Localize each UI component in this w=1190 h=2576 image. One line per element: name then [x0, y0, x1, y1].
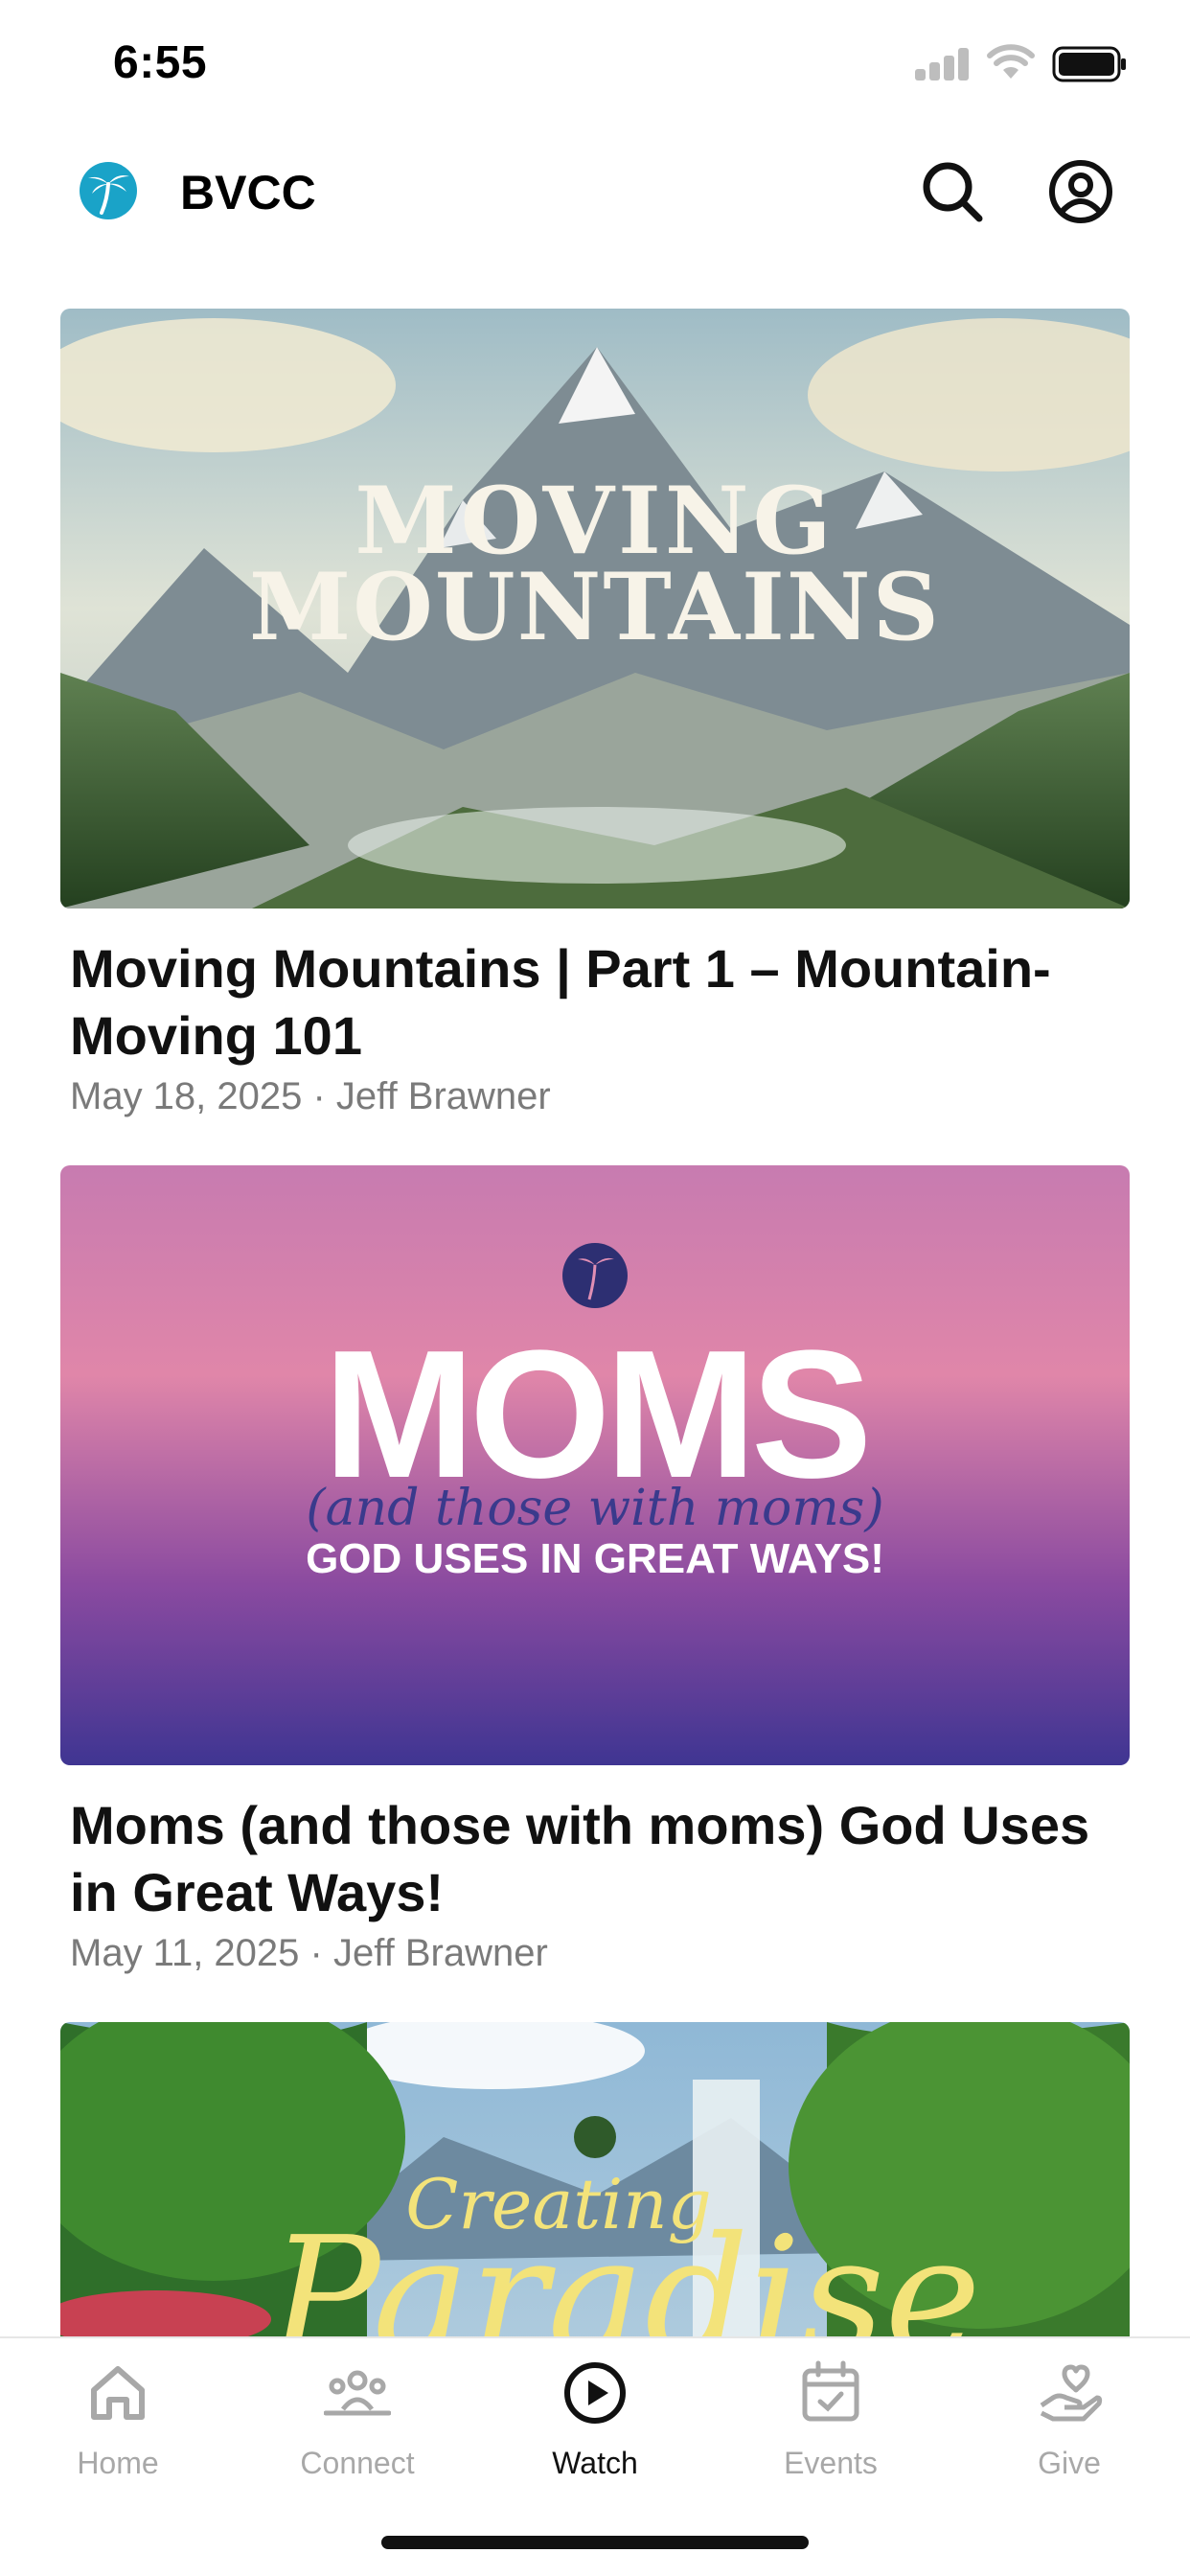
battery-icon	[1052, 46, 1126, 82]
artwork-subtitle: GOD USES IN GREAT WAYS!	[306, 1535, 884, 1582]
sermon-card[interactable]: Creating Paradise	[60, 2022, 1130, 2336]
paradise-artwork: CreatingParadise	[60, 2022, 1130, 2336]
app-header: BVCC	[0, 144, 1190, 240]
tab-label: Connect	[300, 2446, 415, 2480]
sermon-thumbnail[interactable]: Creating Paradise	[60, 2022, 1130, 2336]
home-icon	[91, 2366, 145, 2420]
artwork-title: Paradise	[267, 2202, 981, 2336]
give-hand-heart-icon	[1040, 2364, 1103, 2422]
tab-events[interactable]: Events	[735, 2359, 927, 2513]
people-icon	[324, 2370, 391, 2416]
tab-watch[interactable]: Watch	[499, 2359, 691, 2513]
sermon-title[interactable]: Moving Mountains | Part 1 – Mountain-Mov…	[70, 935, 1120, 1070]
app-title: BVCC	[180, 166, 316, 219]
tab-give[interactable]: Give	[973, 2359, 1165, 2513]
play-circle-icon	[564, 2362, 626, 2424]
tab-label: Events	[784, 2446, 878, 2480]
tab-home[interactable]: Home	[22, 2359, 214, 2513]
tab-connect[interactable]: Connect	[262, 2359, 453, 2513]
account-icon[interactable]	[1046, 157, 1115, 226]
sermon-title[interactable]: Moms (and those with moms) God Uses in G…	[70, 1792, 1120, 1926]
home-indicator[interactable]	[381, 2536, 809, 2549]
sermon-card[interactable]: MOVING MOUNTAINS Moving Mountains | Part …	[60, 309, 1130, 1118]
tab-label: Watch	[552, 2446, 638, 2480]
palm-tree-logo-icon[interactable]	[79, 161, 138, 220]
status-bar: 6:55	[0, 0, 1190, 134]
mountains-artwork: MOVINGMOUNTAINS	[60, 309, 1130, 908]
sermon-meta: May 11, 2025 · Jeff Brawner	[70, 1932, 548, 1974]
status-time: 6:55	[113, 37, 208, 88]
wifi-icon	[987, 44, 1035, 79]
sermon-thumbnail[interactable]: MOMS (and those with moms) GOD USES IN GRE…	[60, 1165, 1130, 1765]
tab-label: Give	[1038, 2446, 1101, 2480]
calendar-icon	[802, 2360, 859, 2422]
search-icon[interactable]	[918, 157, 987, 226]
sermon-thumbnail[interactable]: MOVING MOUNTAINS	[60, 309, 1130, 908]
artwork-title: MOUNTAINS	[249, 553, 941, 661]
cellular-signal-icon	[915, 48, 971, 80]
sermon-card[interactable]: MOMS (and those with moms) GOD USES IN GRE…	[60, 1165, 1130, 1975]
sermon-meta: May 18, 2025 · Jeff Brawner	[70, 1075, 551, 1117]
sermon-feed[interactable]: MOVING MOUNTAINS Moving Mountains | Part …	[0, 309, 1190, 2336]
artwork-script: (and those with moms)	[306, 1480, 883, 1537]
moms-artwork: MOMS(and those with moms)GOD USES IN GRE…	[60, 1165, 1130, 1765]
tab-label: Home	[77, 2446, 159, 2480]
